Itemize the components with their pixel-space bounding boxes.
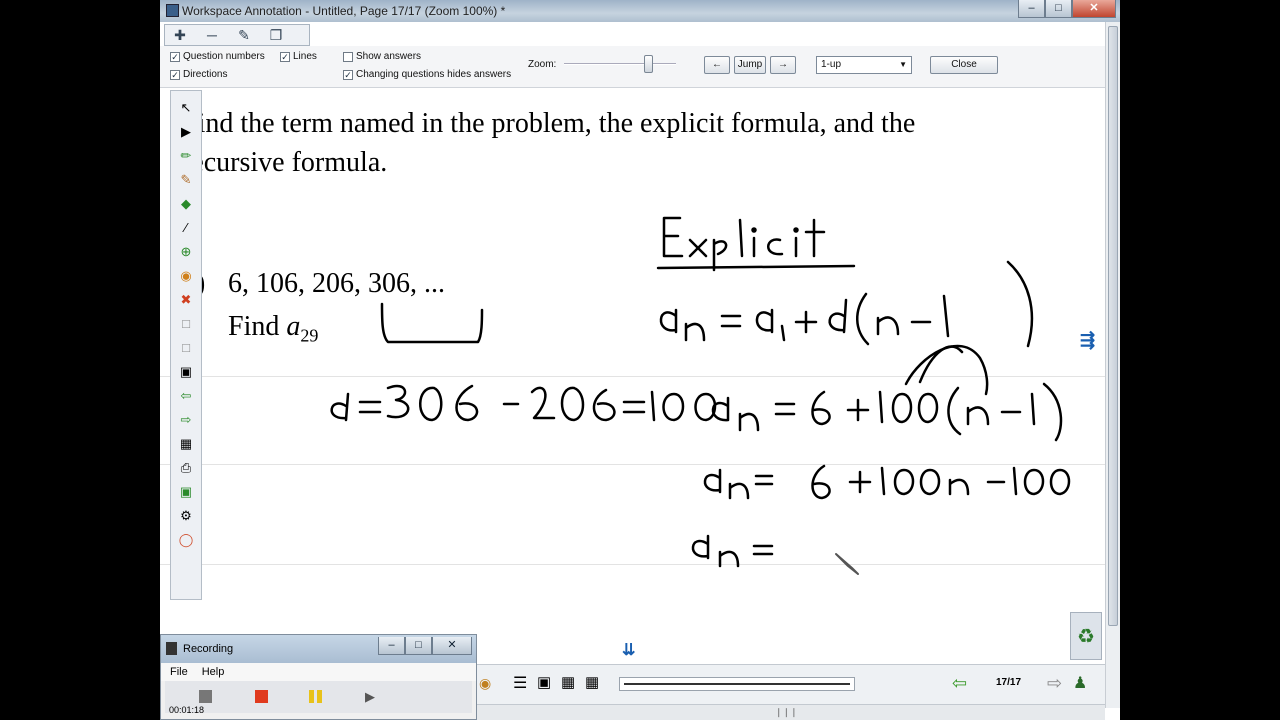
zoom-in-icon[interactable]: ⊕: [177, 243, 195, 261]
recording-menu-bar: File Help: [161, 663, 476, 681]
help-icon[interactable]: ◯: [177, 531, 195, 549]
blank-page-icon[interactable]: □: [177, 339, 195, 357]
recording-window-controls: – □ ✕: [378, 637, 472, 655]
settings-icon[interactable]: ⚙: [177, 507, 195, 525]
recording-maximize-button[interactable]: □: [405, 637, 432, 655]
menu-help[interactable]: Help: [202, 663, 225, 681]
menu-file[interactable]: File: [170, 663, 188, 681]
recording-app-icon: [166, 642, 177, 655]
palette-icon[interactable]: ◉: [177, 267, 195, 285]
recording-minimize-button[interactable]: –: [378, 637, 405, 655]
shape-icon[interactable]: ◆: [177, 195, 195, 213]
recording-elapsed-time: 00:01:18: [169, 705, 205, 715]
print-icon[interactable]: ⎙: [177, 459, 195, 477]
record-icon[interactable]: [255, 690, 268, 703]
handwritten-ink-layer: [330, 216, 1071, 575]
save-icon[interactable]: ▣: [177, 363, 195, 381]
vertical-scrollbar[interactable]: [1105, 22, 1120, 708]
users-icon[interactable]: ♟: [1073, 673, 1087, 693]
workspace-annotation-window: Workspace Annotation - Untitled, Page 17…: [160, 0, 1120, 720]
previous-page-arrow-icon[interactable]: ⇦: [952, 673, 967, 694]
palette-icon[interactable]: ◉: [479, 675, 491, 692]
layout-icon[interactable]: ▦: [561, 673, 575, 691]
bottom-toolbar: ◉ ☰ ▣ ▦ ▦ ⇦ 17/17 ⇨ ♟: [477, 664, 1105, 704]
next-page-arrow-icon[interactable]: ⇨: [1047, 673, 1062, 694]
recording-controls: ▶ 00:01:18: [165, 681, 472, 715]
fill-icon[interactable]: ▣: [537, 673, 551, 691]
recording-window: Recording – □ ✕ File Help ▶ 00:01:18: [160, 634, 477, 720]
stop-icon[interactable]: [199, 690, 212, 703]
scroll-grip-icon: ❘❘❘: [775, 707, 798, 717]
erase-all-icon[interactable]: ✖: [177, 291, 195, 309]
annotation-tool-palette: ↖ ▶ ✏ ✎ ◆ ∕ ⊕ ◉ ✖ □ □ ▣ ⇦ ⇨ ▦ ⎙ ▣ ⚙ ◯: [170, 90, 202, 600]
play-icon[interactable]: ▶: [365, 690, 378, 703]
scroll-down-double-arrow-icon[interactable]: ⇊: [622, 640, 635, 660]
page-indicator: 17/17: [996, 677, 1022, 688]
horizontal-scrollbar[interactable]: ❘❘❘: [477, 704, 1105, 720]
recording-close-button[interactable]: ✕: [432, 637, 472, 655]
pen-icon[interactable]: ✏: [177, 147, 195, 165]
grid-icon[interactable]: ▦: [585, 673, 599, 691]
recording-title-bar: Recording – □ ✕: [161, 635, 476, 663]
arrow-left-icon[interactable]: ⇦: [177, 387, 195, 405]
page-progress-bar[interactable]: [619, 677, 855, 691]
highlighter-icon[interactable]: ✎: [177, 171, 195, 189]
recording-title: Recording: [183, 643, 234, 655]
arrow-right-icon[interactable]: ⇨: [177, 411, 195, 429]
pointer-icon[interactable]: ▶: [177, 123, 195, 141]
page-icon[interactable]: □: [177, 315, 195, 333]
line-icon[interactable]: ∕: [177, 219, 195, 237]
line-weight-icon[interactable]: ☰: [513, 673, 527, 693]
select-arrow-icon[interactable]: ↖: [177, 99, 195, 117]
image-icon[interactable]: ▣: [177, 483, 195, 501]
recycle-bin-icon[interactable]: ♻: [1070, 612, 1102, 660]
expand-panel-icon[interactable]: ⇶: [1080, 330, 1102, 352]
page-progress-line: [624, 683, 850, 685]
vertical-scrollbar-thumb[interactable]: [1108, 26, 1118, 626]
grid-icon[interactable]: ▦: [177, 435, 195, 453]
pause-icon[interactable]: [309, 690, 322, 703]
